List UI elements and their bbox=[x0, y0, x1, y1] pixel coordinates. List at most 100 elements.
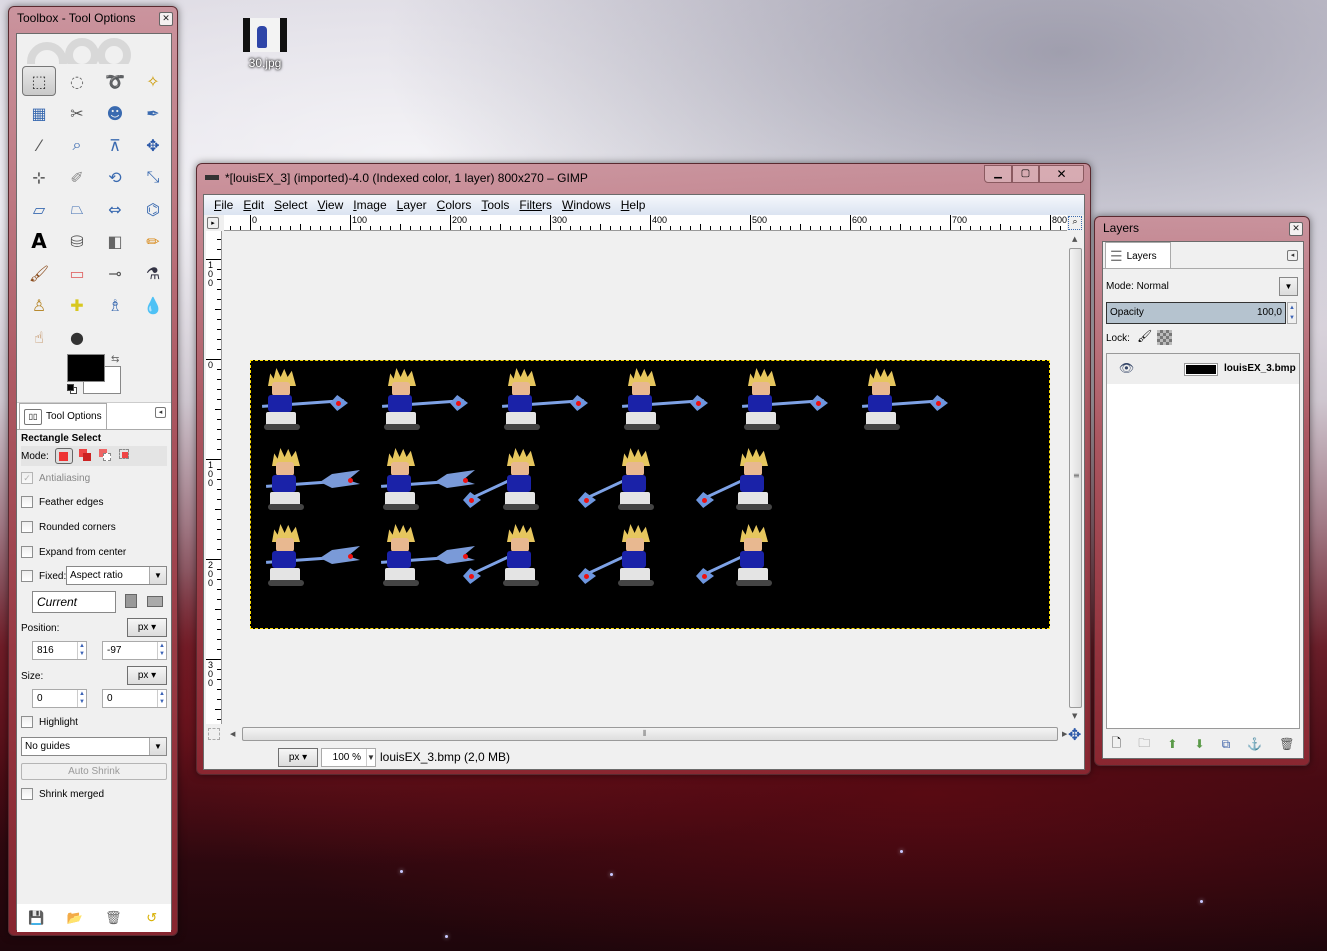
reset-options-icon[interactable]: ↺ bbox=[144, 910, 160, 926]
tool-shear[interactable]: ▱ bbox=[22, 194, 56, 224]
horizontal-scrollbar[interactable]: ⦀ bbox=[242, 727, 1058, 741]
menu-windows[interactable]: Windows bbox=[558, 195, 617, 215]
guides-select[interactable]: No guides ▼ bbox=[21, 737, 167, 756]
menu-image[interactable]: Image bbox=[349, 195, 392, 215]
tool-move[interactable]: ✥ bbox=[136, 130, 170, 160]
desktop-file-icon[interactable]: 30.jpg bbox=[240, 18, 290, 70]
antialiasing-checkbox[interactable]: ✓ bbox=[21, 472, 33, 484]
scroll-left-icon[interactable]: ◀ bbox=[230, 730, 235, 738]
menu-select[interactable]: Select bbox=[270, 195, 313, 215]
minimize-button[interactable]: ▁ bbox=[984, 165, 1012, 183]
close-button[interactable]: ✕ bbox=[1039, 165, 1084, 183]
tool-smudge[interactable]: ☝ bbox=[22, 322, 56, 352]
horizontal-ruler[interactable]: 0 100 200 300 400 500 600 700 800 bbox=[224, 215, 1067, 231]
tool-paths[interactable]: ✒ bbox=[136, 98, 170, 128]
layer-row[interactable]: 👁 louisEX_3.bmp bbox=[1107, 354, 1299, 384]
close-icon[interactable]: ✕ bbox=[159, 12, 173, 26]
swap-colors-icon[interactable]: ⇆ bbox=[111, 354, 119, 365]
tool-color-picker[interactable]: ⁄ bbox=[22, 130, 56, 160]
mode-add-button[interactable] bbox=[78, 449, 93, 463]
lower-layer-icon[interactable]: ⬇ bbox=[1194, 737, 1204, 751]
tool-ink[interactable]: ⚗ bbox=[136, 258, 170, 288]
fixed-option-select[interactable]: Aspect ratio ▼ bbox=[66, 566, 167, 585]
spin-arrows-icon[interactable]: ▲ ▼ bbox=[157, 690, 166, 707]
menu-edit[interactable]: Edit bbox=[239, 195, 270, 215]
spin-arrows-icon[interactable]: ▲ ▼ bbox=[157, 642, 166, 659]
unit-select[interactable]: px ▾ bbox=[278, 748, 318, 767]
vertical-ruler[interactable]: 100 0 100 200 300 bbox=[206, 231, 222, 724]
position-x-input[interactable]: 816 ▲ ▼ bbox=[32, 641, 87, 660]
restore-options-icon[interactable]: 📂 bbox=[67, 910, 83, 926]
position-y-input[interactable]: -97 ▲ ▼ bbox=[102, 641, 167, 660]
tool-zoom[interactable]: ⌕ bbox=[60, 130, 94, 160]
lock-pixels-icon[interactable]: 🖌 bbox=[1137, 329, 1152, 343]
spin-arrows-icon[interactable]: ▲ ▼ bbox=[77, 642, 86, 659]
tool-dodge-burn[interactable]: ● bbox=[60, 322, 94, 352]
default-colors-icon[interactable] bbox=[67, 384, 77, 394]
tool-foreground-select[interactable]: ☻ bbox=[98, 98, 132, 128]
highlight-checkbox[interactable] bbox=[21, 716, 33, 728]
tool-crop[interactable]: ✐ bbox=[60, 162, 94, 192]
scroll-down-icon[interactable]: ▼ bbox=[1072, 712, 1077, 720]
mode-replace-button[interactable] bbox=[54, 448, 73, 464]
tab-tool-options[interactable]: ▯▯ Tool Options bbox=[19, 403, 107, 429]
save-options-icon[interactable]: 💾 bbox=[28, 910, 44, 926]
tool-perspective[interactable]: ⏢ bbox=[60, 194, 94, 224]
aspect-ratio-input[interactable]: Current bbox=[32, 591, 116, 613]
tool-paintbrush[interactable]: 🖌 bbox=[22, 258, 56, 288]
tool-airbrush[interactable]: ⊸ bbox=[98, 258, 132, 288]
new-layer-group-icon[interactable]: 🗀 bbox=[1138, 734, 1150, 755]
menu-help[interactable]: Help bbox=[617, 195, 652, 215]
opacity-spin-icon[interactable]: ▲ ▼ bbox=[1287, 302, 1297, 324]
delete-layer-icon[interactable]: 🗑 bbox=[1279, 737, 1294, 751]
tool-text[interactable]: A bbox=[22, 226, 56, 256]
tool-scale[interactable]: ⤡ bbox=[136, 162, 170, 192]
tool-pencil[interactable]: ✏ bbox=[136, 226, 170, 256]
tool-blend[interactable]: ◧ bbox=[98, 226, 132, 256]
foreground-color-swatch[interactable] bbox=[67, 354, 105, 382]
tool-bucket-fill[interactable]: ⛁ bbox=[60, 226, 94, 256]
expand-from-center-checkbox[interactable] bbox=[21, 546, 33, 558]
tool-select-by-color[interactable]: ▦ bbox=[22, 98, 56, 128]
zoom-select[interactable]: 100 % ▼ bbox=[321, 748, 376, 767]
feather-edges-checkbox[interactable] bbox=[21, 496, 33, 508]
position-unit-select[interactable]: px ▾ bbox=[127, 618, 167, 637]
fixed-checkbox[interactable] bbox=[21, 570, 33, 582]
new-layer-icon[interactable]: 🗋 bbox=[1112, 734, 1122, 755]
tool-clone[interactable]: ♙ bbox=[22, 290, 56, 320]
menu-tools[interactable]: Tools bbox=[477, 195, 515, 215]
scroll-up-icon[interactable]: ▲ bbox=[1072, 235, 1077, 243]
vertical-scrollbar[interactable]: ▲ ≡ ▼ bbox=[1068, 232, 1083, 724]
close-icon[interactable]: ✕ bbox=[1289, 222, 1303, 236]
tool-cage-transform[interactable]: ⌬ bbox=[136, 194, 170, 224]
image-menu-button[interactable]: ▸ bbox=[207, 217, 219, 229]
vertical-scroll-thumb[interactable]: ≡ bbox=[1069, 248, 1082, 708]
duplicate-layer-icon[interactable]: ⧉ bbox=[1222, 737, 1231, 752]
tool-blur-sharpen[interactable]: 💧 bbox=[136, 290, 170, 320]
tool-flip[interactable]: ⇔ bbox=[98, 194, 132, 224]
menu-layer[interactable]: Layer bbox=[393, 195, 433, 215]
tool-heal[interactable]: ✚ bbox=[60, 290, 94, 320]
opacity-slider[interactable]: Opacity 100,0 bbox=[1106, 302, 1286, 324]
tool-align[interactable]: ⊹ bbox=[22, 162, 56, 192]
scroll-right-icon[interactable]: ▶ bbox=[1062, 730, 1067, 738]
tool-ellipse-select[interactable]: ◌ bbox=[60, 66, 94, 96]
eye-icon[interactable]: 👁 bbox=[1119, 361, 1134, 375]
image-canvas[interactable] bbox=[250, 360, 1050, 629]
menu-filters[interactable]: Filters bbox=[515, 195, 558, 215]
tool-measure[interactable]: ⊼ bbox=[98, 130, 132, 160]
panel-menu-icon[interactable]: ◂ bbox=[155, 407, 166, 418]
tool-scissors-select[interactable]: ✂ bbox=[60, 98, 94, 128]
menu-colors[interactable]: Colors bbox=[433, 195, 478, 215]
auto-shrink-button[interactable]: Auto Shrink bbox=[21, 763, 167, 780]
shrink-merged-checkbox[interactable] bbox=[21, 788, 33, 800]
panel-menu-icon[interactable]: ◂ bbox=[1287, 250, 1298, 261]
menu-file[interactable]: File bbox=[210, 195, 239, 215]
tool-fuzzy-select[interactable]: ✧ bbox=[136, 66, 170, 96]
tool-eraser[interactable]: ▭ bbox=[60, 258, 94, 288]
tool-free-select[interactable]: ➰ bbox=[98, 66, 132, 96]
portrait-icon[interactable] bbox=[125, 594, 137, 608]
size-unit-select[interactable]: px ▾ bbox=[127, 666, 167, 685]
size-width-input[interactable]: 0 ▲ ▼ bbox=[32, 689, 87, 708]
quick-mask-toggle[interactable] bbox=[208, 728, 220, 740]
